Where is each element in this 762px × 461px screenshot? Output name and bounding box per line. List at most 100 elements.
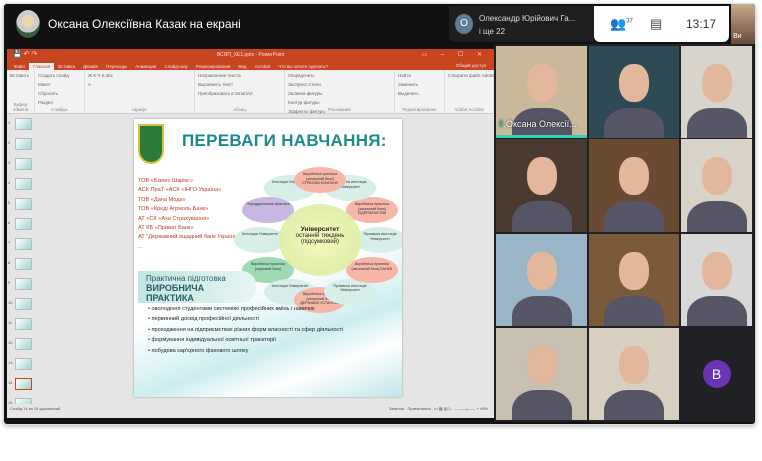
- slide-number: 9: [8, 280, 11, 285]
- ribbon-group: Вставить Буфер обмена: [7, 70, 35, 113]
- ribbon-button[interactable]: Выровнять текст: [198, 82, 281, 87]
- participants-button[interactable]: 👥37: [610, 16, 633, 32]
- share-button[interactable]: Общий доступ: [452, 62, 490, 69]
- slide-thumbnail[interactable]: 4: [7, 177, 34, 195]
- slide-thumbnail[interactable]: 9: [7, 277, 34, 295]
- slide-thumbnails[interactable]: 1 2 3 4 5 6 7 8 9 10 11 12 13 14 15: [7, 115, 34, 410]
- partner-item: АТ "Державний ощадний банк України": [138, 234, 239, 241]
- ribbon-button[interactable]: Направление текста: [198, 73, 281, 78]
- tab-1[interactable]: Главная: [29, 63, 55, 70]
- participant-tile[interactable]: ⦀ Оксана Олексії...: [496, 46, 587, 138]
- participant-name: ⦀ Оксана Олексії...: [499, 119, 577, 130]
- ribbon-group-label: Слайды: [51, 107, 68, 112]
- participant-body: [686, 108, 747, 138]
- zoom-level[interactable]: 49%: [480, 406, 488, 411]
- participant-video: [619, 346, 649, 384]
- tab-4[interactable]: Переходы: [102, 63, 131, 70]
- thumbnail-image: [15, 158, 32, 170]
- ribbon-button[interactable]: Заменить: [398, 82, 441, 87]
- ribbon-button[interactable]: Экспресс-стили: [288, 82, 391, 87]
- participant-body: [604, 108, 664, 138]
- chat-button[interactable]: ▤: [650, 16, 662, 32]
- participant-video: [701, 252, 732, 290]
- slide-thumbnail[interactable]: 3: [7, 157, 34, 175]
- ribbon-button[interactable]: Заливка фигуры: [288, 91, 391, 96]
- tab-10[interactable]: Что вы хотите сделать?: [274, 63, 332, 70]
- participant-tile[interactable]: [496, 139, 587, 232]
- thumbnail-image: [15, 178, 32, 190]
- participant-tile[interactable]: [496, 328, 587, 420]
- tab-3[interactable]: Дизайн: [79, 63, 102, 70]
- slide-thumbnail[interactable]: 10: [7, 297, 34, 315]
- ribbon-button[interactable]: Выделить: [398, 91, 441, 96]
- ribbon-group: Створити файл Adobe PDF і надати до ньог…: [445, 70, 577, 113]
- self-view[interactable]: Ви: [731, 4, 755, 44]
- bullet-item: • первинний досвід професійної діяльност…: [148, 316, 260, 323]
- participant-tile[interactable]: [589, 328, 679, 420]
- speaker-avatar: О: [455, 14, 473, 34]
- participant-tile[interactable]: [589, 234, 679, 326]
- ribbon-button[interactable]: Сбросить: [38, 91, 81, 96]
- participant-tile[interactable]: [681, 46, 752, 138]
- active-speaker-chip[interactable]: О Олександр Юрійович Га... і ще 22: [449, 6, 594, 42]
- ribbon-button[interactable]: Контур фигуры: [288, 100, 391, 105]
- bullet-item: • оволодіння студентами системою професі…: [148, 306, 315, 312]
- participant-video: [701, 64, 732, 102]
- slide-thumbnail[interactable]: 6: [7, 217, 34, 235]
- tab-2[interactable]: Вставка: [54, 63, 79, 70]
- status-bar: Слайд 14 из 15 украинский Заметки Примеч…: [7, 404, 494, 412]
- ribbon-button[interactable]: Макет: [38, 82, 81, 87]
- participant-tile[interactable]: [589, 139, 679, 232]
- tab-0[interactable]: Файл: [10, 63, 29, 70]
- slide-thumbnail[interactable]: 1: [7, 117, 34, 135]
- ribbon-button[interactable]: Найти: [398, 73, 441, 78]
- slide-thumbnail[interactable]: 14: [7, 377, 34, 395]
- bullet-text: первинний досвід професійної діяльності: [151, 316, 260, 323]
- slide-thumbnail[interactable]: 8: [7, 257, 34, 275]
- participant-tile[interactable]: [681, 234, 752, 326]
- practice-wheel: Атестація Університет Переддипломна практ…: [234, 159, 402, 319]
- participant-video: [619, 252, 649, 290]
- notes-button[interactable]: Заметки: [389, 406, 404, 411]
- people-icon: 👥: [610, 16, 627, 31]
- bullet-text: побудова кар'єрного фахового шляху: [151, 347, 249, 354]
- slide-thumbnail[interactable]: 5: [7, 197, 34, 215]
- slide-thumbnail[interactable]: 2: [7, 137, 34, 155]
- participant-body: [686, 296, 747, 326]
- tab-9[interactable]: Acrobat: [251, 63, 275, 70]
- ribbon-button[interactable]: Раздел: [38, 100, 81, 105]
- participant-tile[interactable]: [589, 46, 679, 138]
- ribbon-group: Найти Заменить Выделить Редактирование: [395, 70, 445, 113]
- ribbon-button[interactable]: A: [88, 82, 191, 87]
- ribbon-button[interactable]: Створити файл Adobe PDF і надати до ньог…: [448, 73, 577, 78]
- ribbon-group-label: Абзац: [233, 107, 246, 112]
- participant-tile[interactable]: В: [681, 328, 752, 420]
- ribbon-button[interactable]: Вставить: [10, 73, 31, 78]
- partner-item: ТОВ «Бізнес Шарікс»: [138, 178, 193, 184]
- ribbon-group-label: Рисование: [328, 107, 351, 112]
- slide-thumbnail[interactable]: 13: [7, 357, 34, 375]
- ribbon-button[interactable]: Упорядочить: [288, 73, 391, 78]
- slide-number: 6: [8, 220, 11, 225]
- comments-button[interactable]: Примечания: [408, 406, 431, 411]
- participant-tile[interactable]: [681, 139, 752, 232]
- slide-number: 4: [8, 180, 11, 185]
- participant-tile[interactable]: [496, 234, 587, 326]
- ribbon-button[interactable]: Преобразовать в SmartArt: [198, 91, 281, 96]
- slide-number: 13: [8, 360, 13, 365]
- window-controls[interactable]: ▭ – ☐ ✕: [422, 51, 488, 58]
- powerpoint-window: 💾 ↶ ↷ ВСЯП_ХЕ1.pptx - PowerPoint ▭ – ☐ ✕…: [7, 49, 577, 418]
- tab-6[interactable]: Слайд-шоу: [160, 63, 191, 70]
- slide-thumbnail[interactable]: 11: [7, 317, 34, 335]
- participant-body: [604, 296, 664, 326]
- slide-thumbnail[interactable]: 7: [7, 237, 34, 255]
- tab-8[interactable]: Вид: [234, 63, 250, 70]
- ribbon-button[interactable]: Создать слайд: [38, 73, 81, 78]
- speaker-more: і ще 22: [479, 27, 506, 36]
- slide-canvas[interactable]: ПЕРЕВАГИ НАВЧАННЯ: ТОВ «Бізнес Шарікс» АС…: [134, 119, 402, 397]
- tab-7[interactable]: Рецензирование: [192, 63, 235, 70]
- tab-5[interactable]: Анимация: [131, 63, 160, 70]
- slide-thumbnail[interactable]: 12: [7, 337, 34, 355]
- slide-number: 7: [8, 240, 11, 245]
- ribbon-button[interactable]: Ж К Ч S abc: [88, 73, 191, 78]
